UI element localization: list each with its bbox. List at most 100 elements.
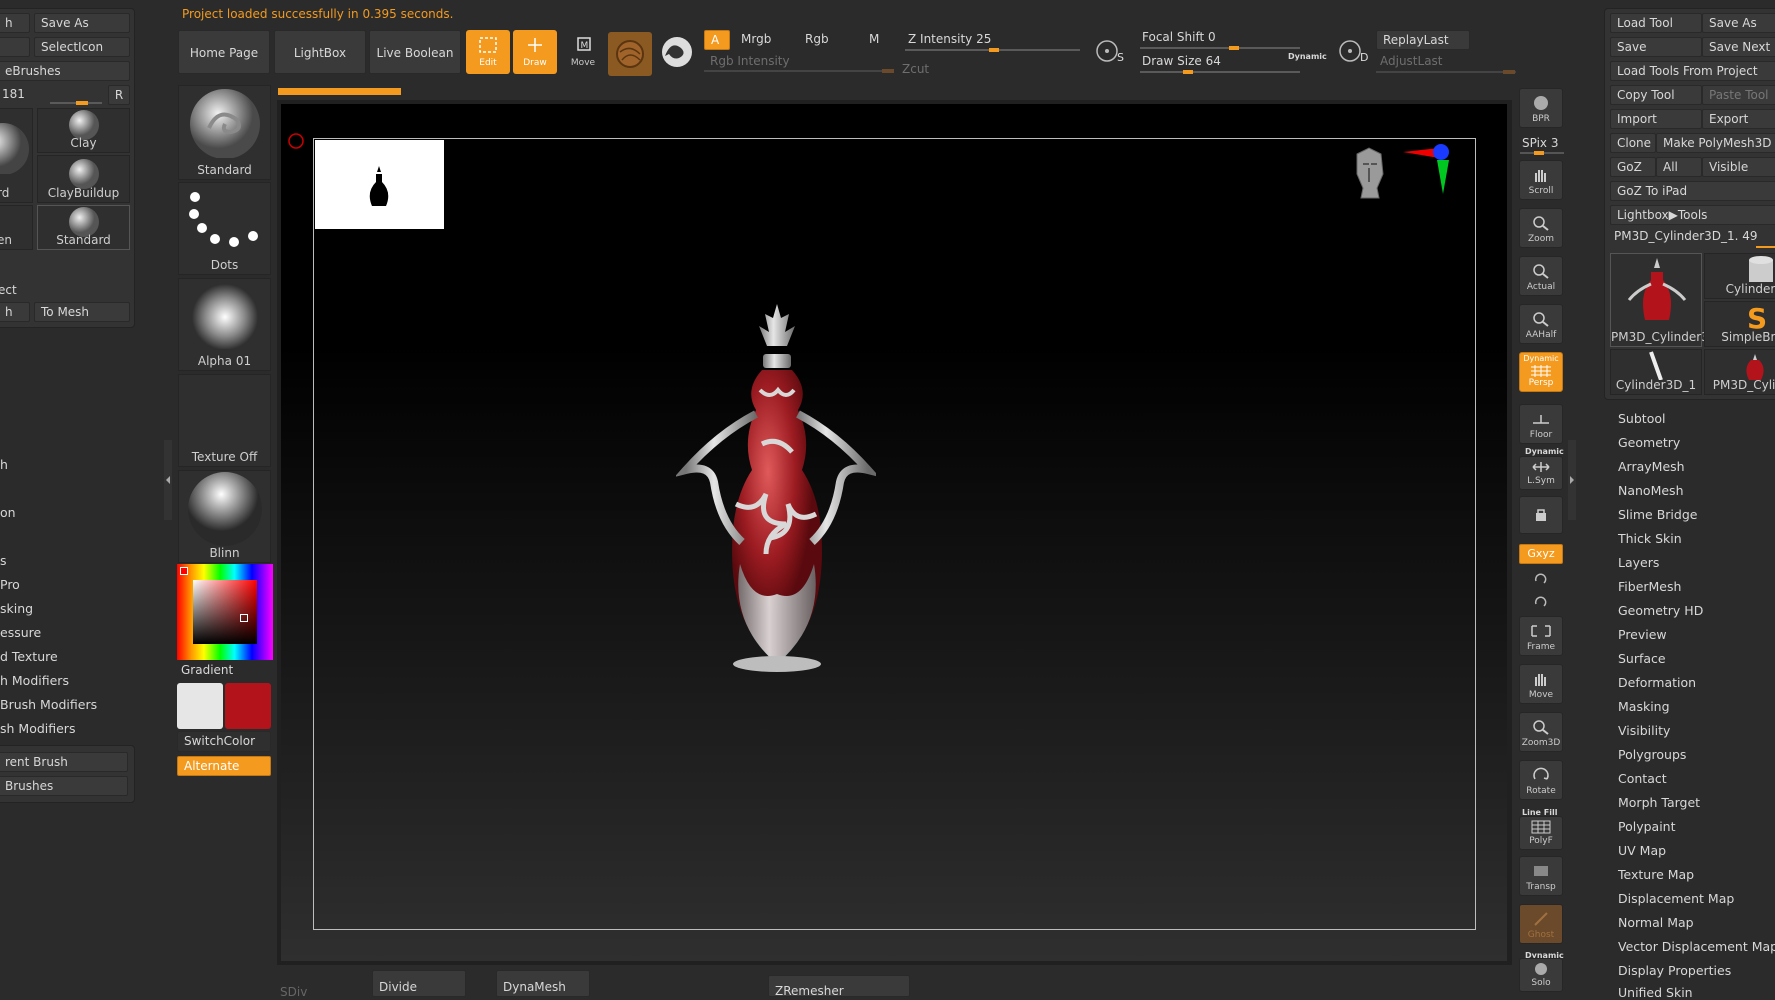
material-ball-button[interactable] (608, 32, 652, 76)
menu-subtool[interactable]: Subtool (1618, 411, 1665, 426)
lock-button[interactable] (1519, 496, 1563, 534)
ghost-button[interactable]: Ghost (1519, 904, 1563, 944)
menu-fibermesh[interactable]: FiberMesh (1618, 579, 1681, 594)
material-tile[interactable]: Blinn (178, 470, 271, 563)
menu-polypaint[interactable]: Polypaint (1618, 819, 1676, 834)
brush-tile[interactable]: Standard (178, 85, 271, 180)
left-top-1[interactable]: h (0, 13, 30, 33)
frame-button[interactable]: Frame (1519, 616, 1563, 656)
brushes-button[interactable]: Brushes (0, 776, 128, 796)
left-menu-10[interactable]: sh Modifiers (0, 721, 75, 736)
transp-button[interactable]: Transp (1519, 856, 1563, 896)
tool-thumb-cylinder[interactable]: Cylinder3 (1704, 253, 1775, 299)
brush-thumb-4[interactable]: en (0, 205, 33, 250)
polyf-button[interactable]: PolyF (1519, 816, 1563, 850)
menu-layers[interactable]: Layers (1618, 555, 1659, 570)
head-orientation-icon[interactable] (1341, 134, 1461, 234)
load-tools-project-button[interactable]: Load Tools From Project (1610, 61, 1775, 81)
texture-ball-button[interactable] (657, 32, 697, 72)
mrgb-button[interactable]: Mrgb (741, 32, 771, 46)
menu-texture-map[interactable]: Texture Map (1618, 867, 1694, 882)
import-button[interactable]: Import (1610, 109, 1702, 129)
make-polymesh-button[interactable]: Make PolyMesh3D (1656, 133, 1775, 153)
copy-tool-button[interactable]: Copy Tool (1610, 85, 1702, 105)
save-tool-button[interactable]: Save (1610, 37, 1702, 57)
left-menu-4[interactable]: Pro (0, 577, 20, 592)
draw-button[interactable]: Draw (513, 30, 557, 74)
m-button[interactable]: M (869, 32, 879, 46)
secondary-color-swatch[interactable] (225, 683, 271, 729)
to-mesh-button[interactable]: To Mesh (34, 302, 130, 322)
rotate-axis-icon-2[interactable] (1532, 594, 1550, 610)
menu-normal-map[interactable]: Normal Map (1618, 915, 1694, 930)
left-menu-1[interactable]: h (0, 457, 8, 472)
lsym-button[interactable]: L.Sym (1519, 456, 1563, 490)
goz-visible-button[interactable]: Visible (1702, 157, 1775, 177)
menu-surface[interactable]: Surface (1618, 651, 1666, 666)
actual-button[interactable]: Actual (1519, 256, 1563, 296)
s-focal-button[interactable]: S (1093, 34, 1127, 68)
left-bottom-h[interactable]: h (0, 302, 30, 322)
menu-contact[interactable]: Contact (1618, 771, 1667, 786)
menu-polygroups[interactable]: Polygroups (1618, 747, 1686, 762)
rotate-axis-icon-1[interactable] (1532, 571, 1550, 587)
current-tool-slider[interactable] (1756, 246, 1775, 248)
replay-last-button[interactable]: ReplayLast (1376, 30, 1470, 50)
goz-ipad-button[interactable]: GoZ To iPad (1610, 181, 1775, 201)
adjust-last-slider[interactable] (1376, 71, 1516, 73)
zoom3d-button[interactable]: Zoom3D (1519, 712, 1563, 752)
live-boolean-button[interactable]: Live Boolean (369, 30, 461, 74)
menu-thick-skin[interactable]: Thick Skin (1618, 531, 1682, 546)
left-menu-7[interactable]: d Texture (0, 649, 58, 664)
switch-color-button[interactable]: SwitchColor (177, 731, 271, 752)
brush-thumb-1[interactable]: rd (0, 108, 33, 203)
texture-tile[interactable]: Texture Off (178, 374, 271, 467)
tool-thumb-cylinder3d1[interactable]: Cylinder3D_1 (1610, 349, 1702, 395)
tool-thumb-simplebrush[interactable]: S SimpleBru (1704, 301, 1775, 347)
menu-unified-skin[interactable]: Unified Skin (1618, 985, 1693, 1000)
brush-standard[interactable]: Standard (37, 205, 130, 250)
rotate-button[interactable]: Rotate (1519, 760, 1563, 800)
left-menu-5[interactable]: sking (0, 601, 33, 616)
clone-button[interactable]: Clone (1610, 133, 1656, 153)
a-button[interactable]: A (704, 30, 730, 50)
menu-nanomesh[interactable]: NanoMesh (1618, 483, 1684, 498)
paste-tool-button[interactable]: Paste Tool (1702, 85, 1775, 105)
left-menu-6[interactable]: essure (0, 625, 41, 640)
goz-button[interactable]: GoZ (1610, 157, 1656, 177)
bottle-model[interactable] (676, 304, 876, 704)
left-menu-8[interactable]: h Modifiers (0, 673, 69, 688)
menu-geometry[interactable]: Geometry (1618, 435, 1680, 450)
menu-slime-bridge[interactable]: Slime Bridge (1618, 507, 1697, 522)
tool-thumb-pm3d[interactable]: PM3D_Cylinder3 (1610, 253, 1709, 347)
draw-size-slider[interactable] (1140, 71, 1300, 73)
viewport[interactable] (281, 104, 1507, 961)
menu-display-properties[interactable]: Display Properties (1618, 963, 1731, 978)
brush-clay[interactable]: Clay (37, 108, 130, 153)
main-color-swatch[interactable] (177, 683, 223, 729)
move-button[interactable]: M Move (561, 30, 605, 74)
left-menu-3[interactable]: s (0, 553, 7, 568)
lightbox-button[interactable]: LightBox (274, 30, 366, 74)
export-button[interactable]: Export (1702, 109, 1775, 129)
left-top-3[interactable] (0, 37, 30, 57)
lightbox-tools-button[interactable]: Lightbox▶Tools (1610, 205, 1775, 225)
menu-geometry-hd[interactable]: Geometry HD (1618, 603, 1703, 618)
menu-preview[interactable]: Preview (1618, 627, 1667, 642)
menu-vector-displacement-map[interactable]: Vector Displacement Map (1618, 939, 1775, 954)
select-icon[interactable]: SelectIcon (34, 37, 130, 57)
edit-button[interactable]: Edit (466, 30, 510, 74)
tool-thumb-pm3d-2[interactable]: PM3D_Cylin (1704, 349, 1775, 395)
xyz-button[interactable]: Gxyz (1519, 544, 1563, 564)
lightbox-brushes-button[interactable]: eBrushes (0, 61, 130, 81)
focal-shift-slider[interactable] (1140, 47, 1300, 49)
save-next-button[interactable]: Save Next (1702, 37, 1775, 57)
rgb-intensity-slider[interactable] (704, 70, 894, 72)
alpha-tile[interactable]: Alpha 01 (178, 278, 271, 371)
home-page-button[interactable]: Home Page (178, 30, 270, 74)
brush-claybuildup[interactable]: ClayBuildup (37, 155, 130, 203)
zoom-button[interactable]: Zoom (1519, 208, 1563, 248)
menu-displacement-map[interactable]: Displacement Map (1618, 891, 1734, 906)
move-view-button[interactable]: Move (1519, 664, 1563, 704)
menu-deformation[interactable]: Deformation (1618, 675, 1696, 690)
